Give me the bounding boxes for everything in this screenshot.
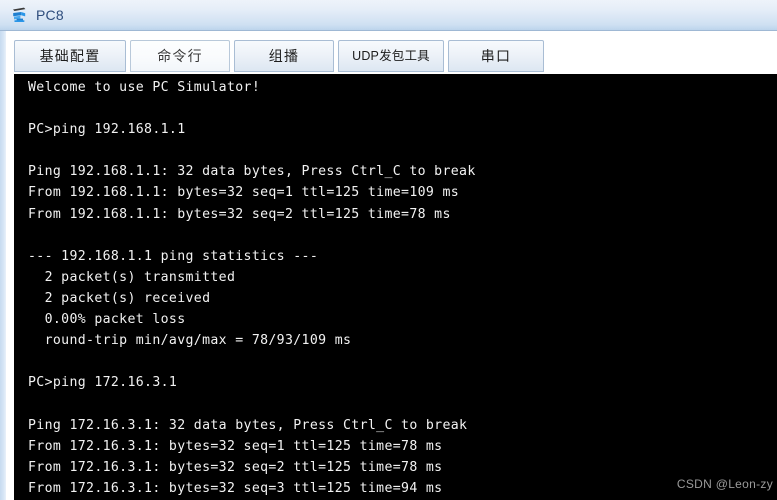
tab-basic-config[interactable]: 基础配置 [14,40,126,72]
tab-udp-packet-tool-label: UDP发包工具 [352,48,430,63]
console-line: From 192.168.1.1: bytes=32 seq=2 ttl=125… [28,206,451,222]
tab-serial-port-label: 串口 [480,48,512,64]
console-line: From 192.168.1.1: bytes=32 seq=1 ttl=125… [28,185,460,201]
tab-command-line[interactable]: 命令行 [130,40,230,72]
tab-serial-port[interactable]: 串口 [448,40,544,72]
window-title: PC8 [36,7,64,23]
console-line: From 172.16.3.1: bytes=32 seq=2 ttl=125 … [28,459,443,475]
console-line: PC>ping 192.168.1.1 [28,122,186,138]
console-line: Ping 172.16.3.1: 32 data bytes, Press Ct… [28,417,468,433]
pc-console-window: PC8 基础配置 命令行 组播 UDP发包工具 串口 Welcome to us… [0,0,777,500]
console-panel: Welcome to use PC Simulator! PC>ping 192… [14,74,777,500]
console-line: round-trip min/avg/max = 78/93/109 ms [28,333,352,349]
pc-device-icon [11,6,29,24]
console-line: PC>ping 172.16.3.1 [28,375,178,391]
console-line: From 172.16.3.1: bytes=32 seq=3 ttl=125 … [28,480,443,496]
tab-basic-config-label: 基础配置 [39,48,101,64]
console-line: 0.00% packet loss [28,312,186,328]
tab-multicast[interactable]: 组播 [234,40,334,72]
console-line: From 172.16.3.1: bytes=32 seq=1 ttl=125 … [28,438,443,454]
console-line: 2 packet(s) transmitted [28,269,236,285]
window-client-area: 基础配置 命令行 组播 UDP发包工具 串口 Welcome to use PC… [6,31,777,500]
tab-udp-packet-tool[interactable]: UDP发包工具 [338,40,444,72]
console-line: Welcome to use PC Simulator! [28,80,261,95]
tab-multicast-label: 组播 [268,48,300,64]
console-line: 2 packet(s) received [28,290,211,306]
console-output[interactable]: Welcome to use PC Simulator! PC>ping 192… [14,74,777,500]
console-line: Ping 192.168.1.1: 32 data bytes, Press C… [28,164,476,180]
tab-command-line-label: 命令行 [157,48,203,64]
window-titlebar: PC8 [0,0,777,31]
console-line: --- 192.168.1.1 ping statistics --- [28,248,319,264]
tab-bar: 基础配置 命令行 组播 UDP发包工具 串口 [6,40,777,74]
